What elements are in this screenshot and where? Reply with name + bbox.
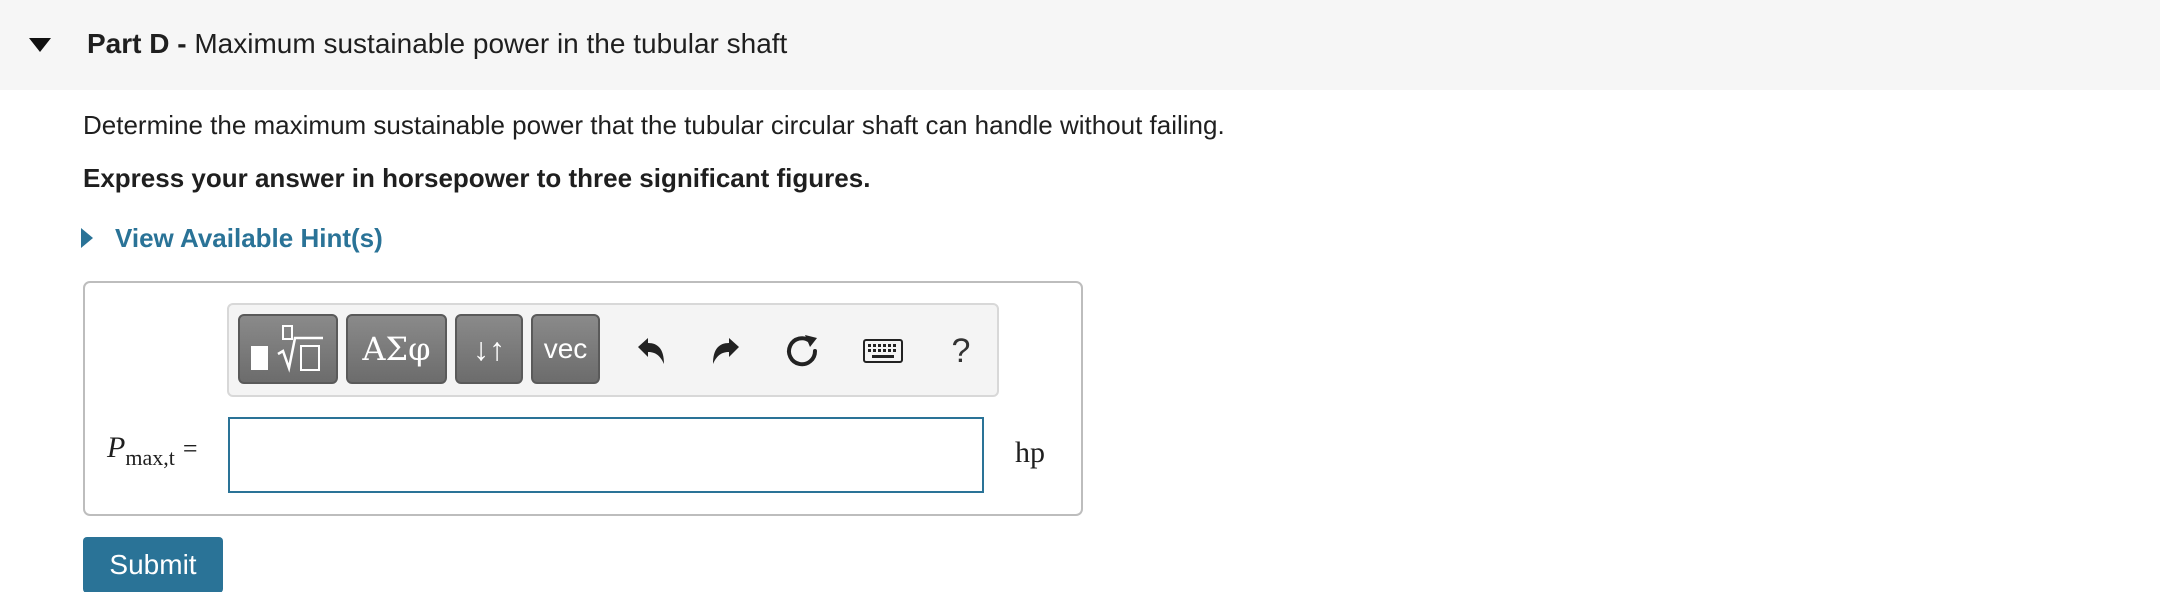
variable-label: Pmax,t = [107, 428, 198, 470]
view-hints-link[interactable]: View Available Hint(s) [80, 220, 383, 256]
view-hints-label: View Available Hint(s) [115, 222, 383, 253]
templates-button[interactable] [238, 314, 338, 384]
answer-instruction: Express your answer in horsepower to thr… [83, 163, 871, 193]
part-title-text: Maximum sustainable power in the tubular… [194, 28, 788, 59]
undo-icon[interactable] [627, 327, 675, 375]
part-title: Part D - Maximum sustainable power in th… [87, 26, 787, 62]
answer-input[interactable] [228, 417, 984, 493]
templates-icon [251, 325, 323, 373]
unit-label: hp [1015, 436, 1045, 469]
question-prompt: Determine the maximum sustainable power … [83, 110, 1225, 140]
greek-symbols-button[interactable]: ΑΣφ [346, 314, 447, 384]
collapse-triangle-icon[interactable] [28, 36, 52, 54]
answer-box: ΑΣφ ↓↑ vec ? Pmax,t = hp [83, 281, 1083, 516]
reset-icon[interactable] [779, 327, 827, 375]
help-button[interactable]: ? [937, 327, 985, 375]
subscript-superscript-button[interactable]: ↓↑ [455, 314, 523, 384]
redo-icon[interactable] [702, 327, 750, 375]
keyboard-icon[interactable] [859, 327, 907, 375]
variable-subscript: max,t [125, 445, 175, 470]
variable-symbol: P [107, 431, 126, 464]
page: Part D - Maximum sustainable power in th… [0, 0, 2160, 592]
caret-right-icon [81, 228, 93, 248]
vector-button[interactable]: vec [531, 314, 600, 384]
submit-button[interactable]: Submit [83, 537, 223, 592]
part-label: Part D - [87, 28, 187, 59]
part-header: Part D - Maximum sustainable power in th… [0, 0, 2160, 90]
equation-toolbar: ΑΣφ ↓↑ vec ? [227, 303, 999, 397]
equals-sign: = [182, 434, 198, 463]
